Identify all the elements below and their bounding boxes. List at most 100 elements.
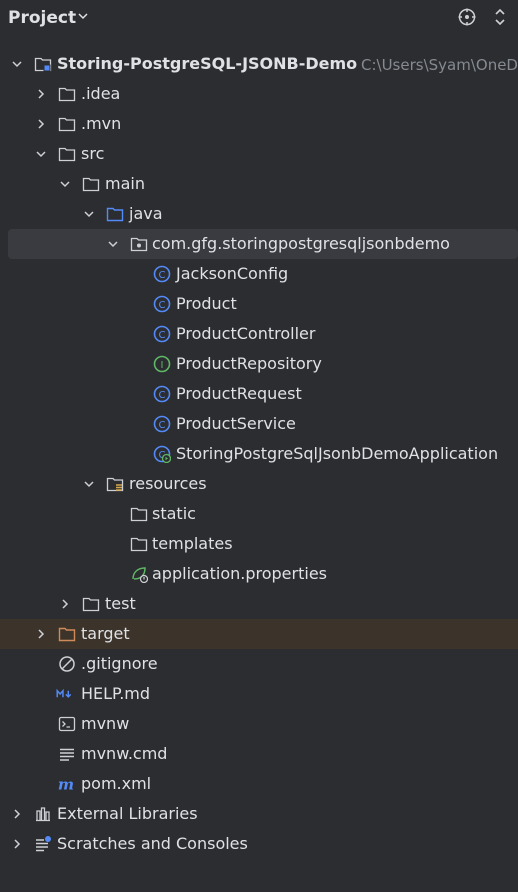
- tree-row-target[interactable]: target: [0, 619, 518, 649]
- chevron-down-icon[interactable]: [106, 237, 120, 251]
- project-panel-header: Project: [0, 0, 518, 36]
- source-folder-icon: [106, 207, 124, 222]
- tree-row-external-libraries[interactable]: External Libraries: [0, 799, 518, 829]
- folder-label: test: [105, 594, 136, 613]
- chevron-down-icon[interactable]: [58, 177, 72, 191]
- file-label: .gitignore: [81, 654, 158, 673]
- module-folder-icon: [34, 57, 52, 72]
- folder-icon: [82, 597, 100, 612]
- ignore-file-icon: [59, 656, 75, 672]
- folder-label: target: [81, 624, 130, 643]
- tree-row-test[interactable]: test: [0, 589, 518, 619]
- tree-row-class[interactable]: C ProductService: [0, 409, 518, 439]
- svg-text:m: m: [58, 775, 74, 793]
- tree-row-interface[interactable]: I ProductRepository: [0, 349, 518, 379]
- maven-icon: m: [58, 775, 74, 793]
- spring-boot-class-icon: C: [153, 445, 171, 463]
- class-icon: C: [153, 385, 171, 403]
- class-icon: C: [153, 325, 171, 343]
- file-label: mvnw.cmd: [81, 744, 168, 763]
- tree-row-mvnw[interactable]: mvnw: [0, 709, 518, 739]
- project-path: C:\Users\Syam\OneD: [361, 56, 518, 74]
- file-label: pom.xml: [81, 774, 152, 793]
- tree-row-class[interactable]: C ProductController: [0, 319, 518, 349]
- expand-collapse-icon[interactable]: [490, 7, 510, 27]
- tree-row-application-properties[interactable]: application.properties: [0, 559, 518, 589]
- file-label: application.properties: [152, 564, 327, 583]
- tree-row-static[interactable]: static: [0, 499, 518, 529]
- tree-row-project-root[interactable]: Storing-PostgreSQL-JSONB-Demo C:\Users\S…: [0, 49, 518, 79]
- folder-label: java: [129, 204, 163, 223]
- svg-text:C: C: [159, 390, 166, 401]
- class-label: Product: [176, 294, 237, 313]
- scratches-icon: [36, 836, 51, 852]
- resources-folder-icon: [106, 477, 124, 492]
- class-label: ProductRepository: [176, 354, 322, 373]
- folder-label: main: [105, 174, 145, 193]
- folder-label: .mvn: [81, 114, 122, 133]
- tree-row-class[interactable]: C JacksonConfig: [0, 259, 518, 289]
- chevron-right-icon[interactable]: [34, 87, 48, 101]
- tree-row-mvn[interactable]: .mvn: [0, 109, 518, 139]
- shell-script-icon: [58, 716, 76, 732]
- tree-row-class[interactable]: C Product: [0, 289, 518, 319]
- project-name: Storing-PostgreSQL-JSONB-Demo: [57, 54, 358, 73]
- class-icon: C: [153, 295, 171, 313]
- svg-text:I: I: [161, 360, 164, 371]
- folder-icon: [130, 537, 148, 552]
- excluded-folder-icon: [58, 627, 76, 642]
- svg-text:C: C: [159, 300, 166, 311]
- chevron-right-icon[interactable]: [34, 627, 48, 641]
- folder-label: resources: [129, 474, 207, 493]
- spring-properties-icon: [132, 567, 148, 583]
- tree-row-src[interactable]: src: [0, 139, 518, 169]
- class-icon: C: [153, 415, 171, 433]
- tree-row-help-md[interactable]: HELP.md: [0, 679, 518, 709]
- folder-icon: [58, 117, 76, 132]
- tree-row-package[interactable]: com.gfg.storingpostgresqljsonbdemo: [0, 229, 518, 259]
- class-icon: C: [153, 265, 171, 283]
- chevron-right-icon[interactable]: [58, 597, 72, 611]
- interface-icon: I: [153, 355, 171, 373]
- text-file-icon: [60, 748, 74, 761]
- package-label: com.gfg.storingpostgresqljsonbdemo: [152, 234, 450, 253]
- markdown-icon: [56, 688, 72, 698]
- tree-row-java[interactable]: java: [0, 199, 518, 229]
- panel-title[interactable]: Project: [8, 8, 76, 28]
- tree-row-pom[interactable]: m pom.xml: [0, 769, 518, 799]
- file-label: HELP.md: [81, 684, 151, 703]
- tree-row-mvnw-cmd[interactable]: mvnw.cmd: [0, 739, 518, 769]
- class-label: ProductService: [176, 414, 296, 433]
- tree-row-main[interactable]: main: [0, 169, 518, 199]
- chevron-down-icon[interactable]: [34, 147, 48, 161]
- class-label: ProductController: [176, 324, 316, 343]
- folder-icon: [130, 507, 148, 522]
- tree-row-scratches[interactable]: Scratches and Consoles: [0, 829, 518, 859]
- folder-label: src: [81, 144, 105, 163]
- crosshair-icon[interactable]: [457, 7, 477, 27]
- svg-text:C: C: [159, 270, 166, 281]
- chevron-right-icon[interactable]: [10, 837, 24, 851]
- tree-row-application-class[interactable]: C StoringPostgreSqlJsonbDemoApplication: [0, 439, 518, 469]
- chevron-down-icon[interactable]: [82, 207, 96, 221]
- chevron-right-icon[interactable]: [34, 117, 48, 131]
- tree-row-gitignore[interactable]: .gitignore: [0, 649, 518, 679]
- folder-label: templates: [152, 534, 233, 553]
- folder-label: static: [152, 504, 196, 523]
- folder-label: .idea: [81, 84, 121, 103]
- chevron-right-icon[interactable]: [10, 807, 24, 821]
- tree-row-idea[interactable]: .idea: [0, 79, 518, 109]
- tree-label: External Libraries: [57, 804, 198, 823]
- class-label: ProductRequest: [176, 384, 302, 403]
- tree-row-class[interactable]: C ProductRequest: [0, 379, 518, 409]
- svg-text:C: C: [159, 330, 166, 341]
- class-label: JacksonConfig: [176, 264, 289, 283]
- chevron-down-icon[interactable]: [82, 477, 96, 491]
- tree-row-templates[interactable]: templates: [0, 529, 518, 559]
- library-icon: [36, 807, 50, 822]
- tree-row-resources[interactable]: resources: [0, 469, 518, 499]
- tree-label: Scratches and Consoles: [57, 834, 248, 853]
- class-label: StoringPostgreSqlJsonbDemoApplication: [176, 444, 499, 463]
- chevron-down-icon[interactable]: [76, 9, 90, 23]
- chevron-down-icon[interactable]: [10, 57, 24, 71]
